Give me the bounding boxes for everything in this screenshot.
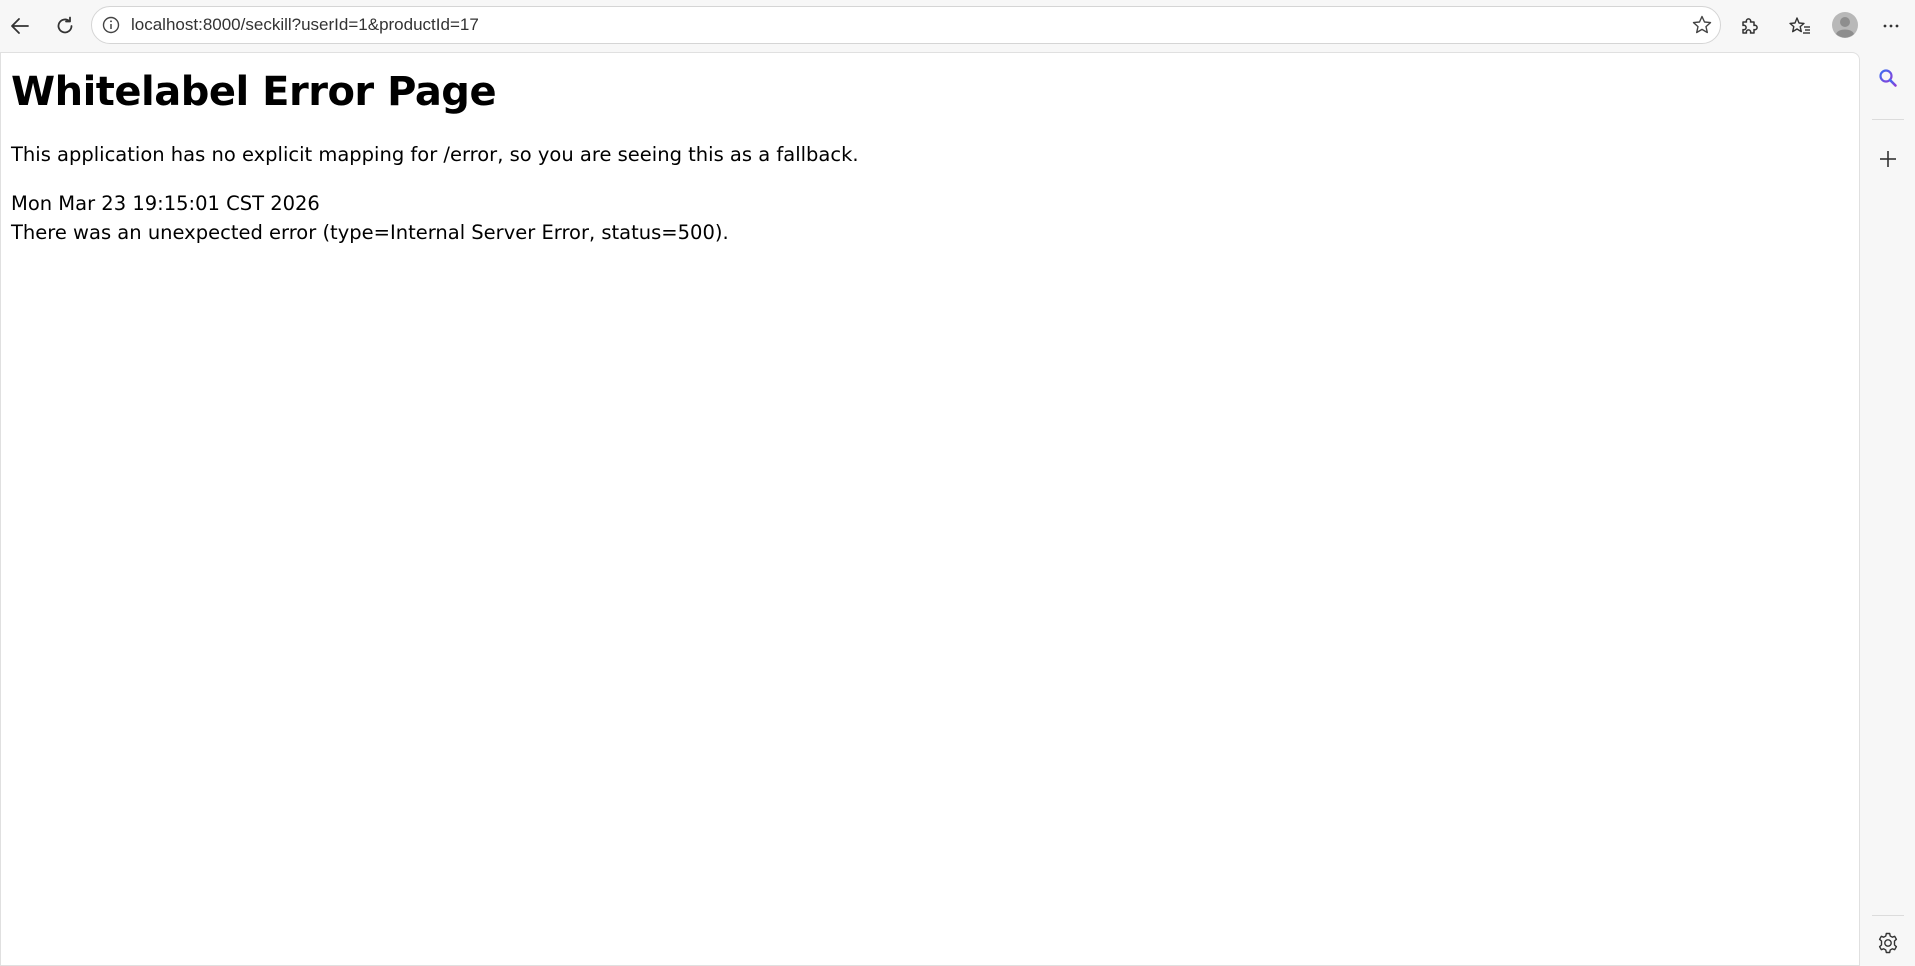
puzzle-icon — [1742, 18, 1758, 34]
sidebar-settings-button[interactable] — [1870, 925, 1906, 961]
address-bar[interactable]: localhost:8000/seckill?userId=1&productI… — [91, 6, 1721, 44]
refresh-button[interactable] — [47, 8, 83, 44]
refresh-icon — [57, 16, 73, 34]
avatar — [1832, 12, 1858, 38]
sidebar-search-button[interactable] — [1870, 60, 1906, 96]
profile-button[interactable] — [1827, 7, 1863, 43]
url-text[interactable]: localhost:8000/seckill?userId=1&productI… — [131, 15, 479, 35]
browser-window: localhost:8000/seckill?userId=1&productI… — [0, 0, 1915, 966]
search-icon — [1879, 69, 1897, 87]
back-button[interactable] — [2, 8, 38, 44]
error-page-content: Whitelabel Error Page This application h… — [11, 67, 859, 247]
gear-icon — [1878, 932, 1898, 954]
sidebar-divider — [1872, 119, 1904, 120]
info-icon[interactable] — [101, 15, 121, 35]
sidebar-divider — [1872, 915, 1904, 916]
error-timestamp: Mon Mar 23 19:15:01 CST 2026 — [11, 192, 320, 215]
page-viewport: Whitelabel Error Page This application h… — [0, 52, 1860, 966]
browser-toolbar: localhost:8000/seckill?userId=1&productI… — [0, 0, 1915, 52]
error-message: There was an unexpected error (type=Inte… — [11, 221, 729, 244]
more-icon — [1883, 24, 1899, 28]
back-arrow-icon — [11, 18, 29, 34]
page-description: This application has no explicit mapping… — [11, 143, 859, 166]
sidebar-add-button[interactable] — [1870, 141, 1906, 177]
favorites-icon — [1789, 17, 1810, 34]
browser-sidebar — [1860, 52, 1915, 966]
favorites-button[interactable] — [1782, 8, 1818, 44]
star-icon[interactable] — [1690, 13, 1714, 37]
page-title: Whitelabel Error Page — [11, 69, 497, 115]
more-menu-button[interactable] — [1873, 8, 1909, 44]
extensions-button[interactable] — [1731, 8, 1767, 44]
plus-icon — [1880, 151, 1896, 167]
